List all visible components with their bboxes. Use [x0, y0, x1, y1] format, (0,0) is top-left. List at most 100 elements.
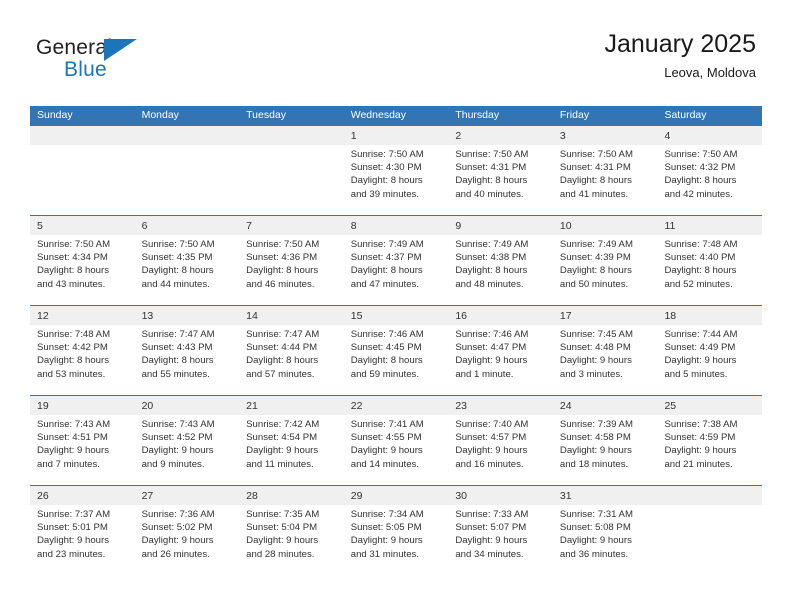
sunset-text: Sunset: 4:35 PM: [141, 252, 213, 264]
sunset-text: Sunset: 4:52 PM: [141, 432, 213, 444]
day-cell[interactable]: 26 Sunrise: 7:37 AM Sunset: 5:01 PM Dayl…: [30, 486, 135, 575]
day-number-band: 26: [30, 486, 135, 505]
daylight-text-line1: Daylight: 9 hours: [455, 355, 528, 367]
day-cell[interactable]: 9 Sunrise: 7:49 AM Sunset: 4:38 PM Dayli…: [448, 216, 553, 305]
daylight-text-line2: and 9 minutes.: [141, 458, 205, 470]
day-cell[interactable]: 29 Sunrise: 7:34 AM Sunset: 5:05 PM Dayl…: [343, 486, 449, 575]
sunset-text: Sunset: 4:59 PM: [664, 432, 736, 444]
day-cell[interactable]: 15 Sunrise: 7:46 AM Sunset: 4:45 PM Dayl…: [343, 306, 449, 395]
weekday-header-sunday: Sunday: [37, 109, 73, 121]
day-number-band: 3: [552, 126, 658, 145]
week-row: 12 Sunrise: 7:48 AM Sunset: 4:42 PM Dayl…: [30, 305, 763, 395]
day-cell[interactable]: 6 Sunrise: 7:50 AM Sunset: 4:35 PM Dayli…: [134, 216, 240, 305]
day-cell[interactable]: [30, 126, 135, 215]
day-cell[interactable]: 3 Sunrise: 7:50 AM Sunset: 4:31 PM Dayli…: [552, 126, 658, 215]
day-cell[interactable]: 17 Sunrise: 7:45 AM Sunset: 4:48 PM Dayl…: [552, 306, 658, 395]
day-details: Sunrise: 7:46 AM Sunset: 4:47 PM Dayligh…: [448, 325, 553, 381]
day-cell[interactable]: 19 Sunrise: 7:43 AM Sunset: 4:51 PM Dayl…: [30, 396, 135, 485]
day-number-band: 21: [239, 396, 344, 415]
week-row: 5 Sunrise: 7:50 AM Sunset: 4:34 PM Dayli…: [30, 215, 763, 305]
week-row: 26 Sunrise: 7:37 AM Sunset: 5:01 PM Dayl…: [30, 485, 763, 575]
general-blue-logo[interactable]: General Blue: [36, 36, 216, 92]
day-cell[interactable]: 27 Sunrise: 7:36 AM Sunset: 5:02 PM Dayl…: [134, 486, 240, 575]
day-details: Sunrise: 7:50 AM Sunset: 4:34 PM Dayligh…: [30, 235, 135, 291]
daylight-text-line1: Daylight: 9 hours: [141, 445, 214, 457]
day-cell[interactable]: 28 Sunrise: 7:35 AM Sunset: 5:04 PM Dayl…: [239, 486, 344, 575]
day-number: 18: [664, 310, 677, 322]
sunset-text: Sunset: 4:39 PM: [559, 252, 631, 264]
day-number-band: 6: [134, 216, 240, 235]
sunrise-text: Sunrise: 7:50 AM: [246, 239, 320, 250]
day-cell[interactable]: 14 Sunrise: 7:47 AM Sunset: 4:44 PM Dayl…: [239, 306, 344, 395]
sunrise-text: Sunrise: 7:43 AM: [37, 419, 111, 430]
day-cell[interactable]: 21 Sunrise: 7:42 AM Sunset: 4:54 PM Dayl…: [239, 396, 344, 485]
daylight-text-line2: and 59 minutes.: [350, 368, 420, 380]
daylight-text-line1: Daylight: 9 hours: [664, 355, 737, 367]
daylight-text-line1: Daylight: 8 hours: [455, 265, 528, 277]
daylight-text-line1: Daylight: 8 hours: [350, 355, 423, 367]
logo-text-blue: Blue: [64, 58, 107, 81]
weekday-header-monday: Monday: [141, 109, 179, 121]
day-cell[interactable]: 16 Sunrise: 7:46 AM Sunset: 4:47 PM Dayl…: [448, 306, 553, 395]
sunrise-text: Sunrise: 7:49 AM: [559, 239, 633, 250]
day-details: Sunrise: 7:48 AM Sunset: 4:40 PM Dayligh…: [657, 235, 762, 291]
day-cell[interactable]: 5 Sunrise: 7:50 AM Sunset: 4:34 PM Dayli…: [30, 216, 135, 305]
day-cell[interactable]: [657, 486, 763, 575]
day-details: [30, 145, 135, 148]
day-details: [657, 505, 762, 508]
sunrise-text: Sunrise: 7:45 AM: [559, 329, 633, 340]
sunset-text: Sunset: 4:51 PM: [37, 432, 108, 444]
day-cell[interactable]: 20 Sunrise: 7:43 AM Sunset: 4:52 PM Dayl…: [134, 396, 240, 485]
sunset-text: Sunset: 4:36 PM: [246, 252, 318, 264]
day-details: Sunrise: 7:47 AM Sunset: 4:43 PM Dayligh…: [135, 325, 240, 381]
day-cell[interactable]: [134, 126, 240, 215]
day-cell[interactable]: 22 Sunrise: 7:41 AM Sunset: 4:55 PM Dayl…: [343, 396, 449, 485]
daylight-text-line1: Daylight: 8 hours: [37, 265, 109, 277]
day-cell[interactable]: [239, 126, 344, 215]
logo-text-general: General: [36, 36, 113, 59]
daylight-text-line2: and 5 minutes.: [664, 368, 728, 380]
day-cell[interactable]: 1 Sunrise: 7:50 AM Sunset: 4:30 PM Dayli…: [343, 126, 449, 215]
day-details: Sunrise: 7:41 AM Sunset: 4:55 PM Dayligh…: [344, 415, 449, 471]
daylight-text-line2: and 55 minutes.: [141, 368, 210, 380]
day-number: 26: [37, 490, 49, 502]
day-number: 12: [37, 310, 49, 322]
sunrise-text: Sunrise: 7:38 AM: [664, 419, 738, 430]
daylight-text-line2: and 1 minute.: [455, 368, 514, 380]
day-number-band: [134, 126, 240, 145]
day-number-band: 4: [657, 126, 763, 145]
day-cell[interactable]: 4 Sunrise: 7:50 AM Sunset: 4:32 PM Dayli…: [657, 126, 763, 215]
day-details: Sunrise: 7:47 AM Sunset: 4:44 PM Dayligh…: [239, 325, 344, 381]
day-cell[interactable]: 25 Sunrise: 7:38 AM Sunset: 4:59 PM Dayl…: [657, 396, 763, 485]
sunset-text: Sunset: 4:31 PM: [455, 162, 527, 174]
day-cell[interactable]: 18 Sunrise: 7:44 AM Sunset: 4:49 PM Dayl…: [657, 306, 763, 395]
day-number-band: 19: [30, 396, 135, 415]
sunset-text: Sunset: 5:02 PM: [141, 522, 213, 534]
daylight-text-line1: Daylight: 9 hours: [455, 445, 528, 457]
daylight-text-line1: Daylight: 8 hours: [37, 355, 109, 367]
day-details: Sunrise: 7:46 AM Sunset: 4:45 PM Dayligh…: [344, 325, 449, 381]
day-cell[interactable]: 8 Sunrise: 7:49 AM Sunset: 4:37 PM Dayli…: [343, 216, 449, 305]
sunrise-text: Sunrise: 7:44 AM: [664, 329, 738, 340]
day-number: 3: [559, 130, 566, 142]
sunset-text: Sunset: 4:54 PM: [246, 432, 318, 444]
day-number: 7: [246, 220, 252, 232]
day-cell[interactable]: 2 Sunrise: 7:50 AM Sunset: 4:31 PM Dayli…: [448, 126, 553, 215]
day-cell[interactable]: 7 Sunrise: 7:50 AM Sunset: 4:36 PM Dayli…: [239, 216, 344, 305]
day-cell[interactable]: 31 Sunrise: 7:31 AM Sunset: 5:08 PM Dayl…: [552, 486, 658, 575]
day-number-band: 1: [343, 126, 449, 145]
sunset-text: Sunset: 4:37 PM: [350, 252, 422, 264]
day-cell[interactable]: 30 Sunrise: 7:33 AM Sunset: 5:07 PM Dayl…: [448, 486, 553, 575]
day-details: [239, 145, 344, 148]
daylight-text-line2: and 47 minutes.: [350, 278, 420, 290]
day-details: Sunrise: 7:31 AM Sunset: 5:08 PM Dayligh…: [553, 505, 658, 561]
day-cell[interactable]: 23 Sunrise: 7:40 AM Sunset: 4:57 PM Dayl…: [448, 396, 553, 485]
daylight-text-line2: and 41 minutes.: [559, 188, 629, 200]
daylight-text-line1: Daylight: 8 hours: [350, 265, 423, 277]
day-cell[interactable]: 12 Sunrise: 7:48 AM Sunset: 4:42 PM Dayl…: [30, 306, 135, 395]
daylight-text-line2: and 11 minutes.: [246, 458, 314, 470]
day-cell[interactable]: 24 Sunrise: 7:39 AM Sunset: 4:58 PM Dayl…: [552, 396, 658, 485]
day-cell[interactable]: 11 Sunrise: 7:48 AM Sunset: 4:40 PM Dayl…: [657, 216, 763, 305]
day-cell[interactable]: 10 Sunrise: 7:49 AM Sunset: 4:39 PM Dayl…: [552, 216, 658, 305]
day-cell[interactable]: 13 Sunrise: 7:47 AM Sunset: 4:43 PM Dayl…: [134, 306, 240, 395]
